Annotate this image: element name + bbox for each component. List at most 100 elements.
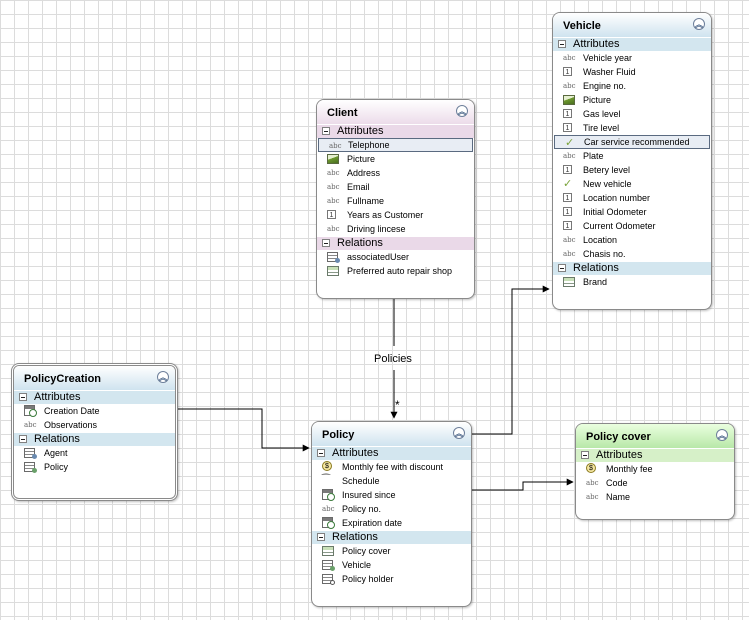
relation-item[interactable]: Agent <box>14 446 175 460</box>
attribute-list: abc Vehicle year 1 Washer Fluid abc Engine no… <box>553 51 711 261</box>
entity-header[interactable]: Policy cover ︽ <box>576 424 734 448</box>
section-attributes[interactable]: Attributes <box>312 447 471 460</box>
attribute-item[interactable]: abc Fullname <box>317 194 474 208</box>
entity-policy[interactable]: Policy ︽ Attributes $ Monthly fee with di… <box>311 421 472 607</box>
picture-icon <box>327 154 339 164</box>
section-attributes[interactable]: Attributes <box>14 391 175 404</box>
entity-client[interactable]: Client ︽ Attributes abc Telephone Picture a… <box>316 99 475 299</box>
section-attributes[interactable]: Attributes <box>553 38 711 51</box>
relation-item[interactable]: Policy holder <box>312 572 471 586</box>
item-label: Policy no. <box>342 504 382 514</box>
collapse-icon[interactable]: ︽ <box>157 371 169 383</box>
attribute-list: Creation Date abc Observations <box>14 404 175 432</box>
attribute-item[interactable]: ⁀ Schedule <box>312 474 471 488</box>
entity-header[interactable]: PolicyCreation ︽ <box>14 366 175 390</box>
entity-policycover[interactable]: Policy cover ︽ Attributes $ Monthly fee ab… <box>575 423 735 520</box>
relation-item[interactable]: Policy <box>14 460 175 474</box>
table-icon <box>322 546 334 556</box>
item-label: associatedUser <box>347 252 410 262</box>
attribute-item[interactable]: abc Email <box>317 180 474 194</box>
section-relations[interactable]: Relations <box>317 237 474 250</box>
section-relations[interactable]: Relations <box>14 433 175 446</box>
number-icon: 1 <box>563 193 572 202</box>
minus-icon[interactable] <box>317 449 325 457</box>
collapse-icon[interactable]: ︽ <box>456 105 468 117</box>
attribute-item[interactable]: Picture <box>317 152 474 166</box>
section-attributes[interactable]: Attributes <box>317 125 474 138</box>
minus-icon[interactable] <box>19 435 27 443</box>
entity-vehicle[interactable]: Vehicle ︽ Attributes abc Vehicle year 1 Was… <box>552 12 712 310</box>
attribute-item[interactable]: ✓ New vehicle <box>553 177 711 191</box>
collapse-icon[interactable]: ︽ <box>716 429 728 441</box>
entity-header[interactable]: Client ︽ <box>317 100 474 124</box>
minus-icon[interactable] <box>558 264 566 272</box>
abc-icon: abc <box>327 197 340 205</box>
abc-icon: abc <box>327 169 340 177</box>
item-label: Agent <box>44 448 68 458</box>
item-label: Schedule <box>342 476 380 486</box>
attribute-item[interactable]: 1 Current Odometer <box>553 219 711 233</box>
attribute-item[interactable]: $ Monthly fee <box>576 462 734 476</box>
attribute-item[interactable]: 1 Betery level <box>553 163 711 177</box>
dollar-icon: $ <box>322 461 332 471</box>
relation-item[interactable]: Brand <box>553 275 711 289</box>
section-attributes[interactable]: Attributes <box>576 449 734 462</box>
minus-icon[interactable] <box>558 40 566 48</box>
attribute-item[interactable]: Creation Date <box>14 404 175 418</box>
attribute-item[interactable]: 1 Initial Odometer <box>553 205 711 219</box>
collapse-icon[interactable]: ︽ <box>453 427 465 439</box>
section-relations[interactable]: Relations <box>553 262 711 275</box>
relation-item[interactable]: Preferred auto repair shop <box>317 264 474 278</box>
collapse-icon[interactable]: ︽ <box>693 18 705 30</box>
connector-policycreation-policy[interactable] <box>175 408 310 452</box>
attribute-item[interactable]: abc Policy no. <box>312 502 471 516</box>
minus-icon[interactable] <box>581 451 589 459</box>
attribute-item[interactable]: abc Code <box>576 476 734 490</box>
attribute-item[interactable]: abc Location <box>553 233 711 247</box>
attribute-item[interactable]: Picture <box>553 93 711 107</box>
abc-icon: abc <box>563 54 576 62</box>
section-label: Attributes <box>596 449 643 461</box>
connector-policy-policycover[interactable] <box>471 478 574 491</box>
item-label: Fullname <box>347 196 385 206</box>
minus-icon[interactable] <box>322 127 330 135</box>
attribute-item[interactable]: abc Plate <box>553 149 711 163</box>
attribute-item[interactable]: Insured since <box>312 488 471 502</box>
attribute-item[interactable]: abc Driving lincese <box>317 222 474 236</box>
attribute-item[interactable]: 1 Years as Customer <box>317 208 474 222</box>
attribute-item[interactable]: abc Address <box>317 166 474 180</box>
item-label: Years as Customer <box>347 210 424 220</box>
attribute-item[interactable]: 1 Location number <box>553 191 711 205</box>
relation-item[interactable]: associatedUser <box>317 250 474 264</box>
entity-header[interactable]: Vehicle ︽ <box>553 13 711 37</box>
entity-header[interactable]: Policy ︽ <box>312 422 471 446</box>
attribute-item[interactable]: abc Observations <box>14 418 175 432</box>
relation-item[interactable]: Policy cover <box>312 544 471 558</box>
relation-item[interactable]: Vehicle <box>312 558 471 572</box>
attribute-item[interactable]: Expiration date <box>312 516 471 530</box>
connector-policy-vehicle[interactable] <box>471 285 550 435</box>
item-label: Insured since <box>342 490 396 500</box>
minus-icon[interactable] <box>317 533 325 541</box>
attribute-item[interactable]: ✓ Car service recommended <box>554 135 710 149</box>
table-icon <box>327 266 339 276</box>
attribute-item[interactable]: 1 Washer Fluid <box>553 65 711 79</box>
minus-icon[interactable] <box>322 239 330 247</box>
attribute-item[interactable]: 1 Tire level <box>553 121 711 135</box>
section-relations[interactable]: Relations <box>312 531 471 544</box>
attribute-item[interactable]: abc Vehicle year <box>553 51 711 65</box>
attribute-item[interactable]: abc Telephone <box>318 138 473 152</box>
attribute-item[interactable]: abc Name <box>576 490 734 504</box>
attribute-item[interactable]: abc Engine no. <box>553 79 711 93</box>
item-label: Location number <box>583 193 651 203</box>
entity-policycreation[interactable]: PolicyCreation ︽ Attributes Creation Dat… <box>11 363 178 501</box>
attribute-item[interactable]: $ Monthly fee with discount <box>312 460 471 474</box>
attribute-item[interactable]: abc Chasis no. <box>553 247 711 261</box>
item-label: Driving lincese <box>347 224 406 234</box>
minus-icon[interactable] <box>19 393 27 401</box>
attribute-item[interactable]: 1 Gas level <box>553 107 711 121</box>
item-label: Picture <box>347 154 376 164</box>
item-label: Policy <box>44 462 69 472</box>
item-label: Gas level <box>583 109 621 119</box>
item-label: Observations <box>44 420 98 430</box>
